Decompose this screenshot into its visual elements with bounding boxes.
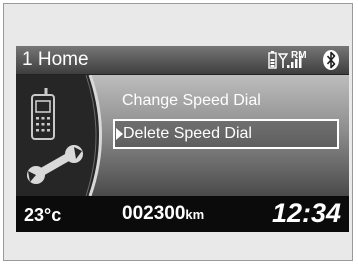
outside-temperature: 23°c	[24, 205, 62, 225]
title-bar: 1 Home RM	[16, 46, 349, 75]
screen-title: 1 Home	[22, 49, 89, 70]
odometer-value: 002300	[122, 203, 186, 224]
bluetooth-icon	[323, 50, 339, 70]
phone-wrench-icon	[16, 75, 102, 196]
menu-item-label: Delete Speed Dial	[123, 125, 252, 142]
menu-area: Change Speed Dial Delete Speed Dial	[16, 75, 349, 196]
odometer-unit: km	[185, 207, 205, 222]
phone-battery-icon	[268, 51, 277, 69]
odometer: 002300km	[122, 203, 204, 226]
selection-arrow-icon	[116, 128, 123, 140]
dashboard-display: 1 Home RM Change Speed Dial Delete Speed…	[16, 46, 349, 232]
rm-badge: RM	[291, 50, 307, 61]
menu-item-change-speed-dial[interactable]: Change Speed Dial	[122, 89, 261, 113]
info-bar: 23°c 002300km 12:34	[16, 196, 349, 232]
clock: 12:34	[271, 198, 341, 228]
menu-item-delete-speed-dial[interactable]: Delete Speed Dial	[113, 119, 339, 149]
figure-frame: 1 Home RM Change Speed Dial Delete Speed…	[3, 3, 353, 261]
status-icons: RM	[268, 50, 339, 70]
